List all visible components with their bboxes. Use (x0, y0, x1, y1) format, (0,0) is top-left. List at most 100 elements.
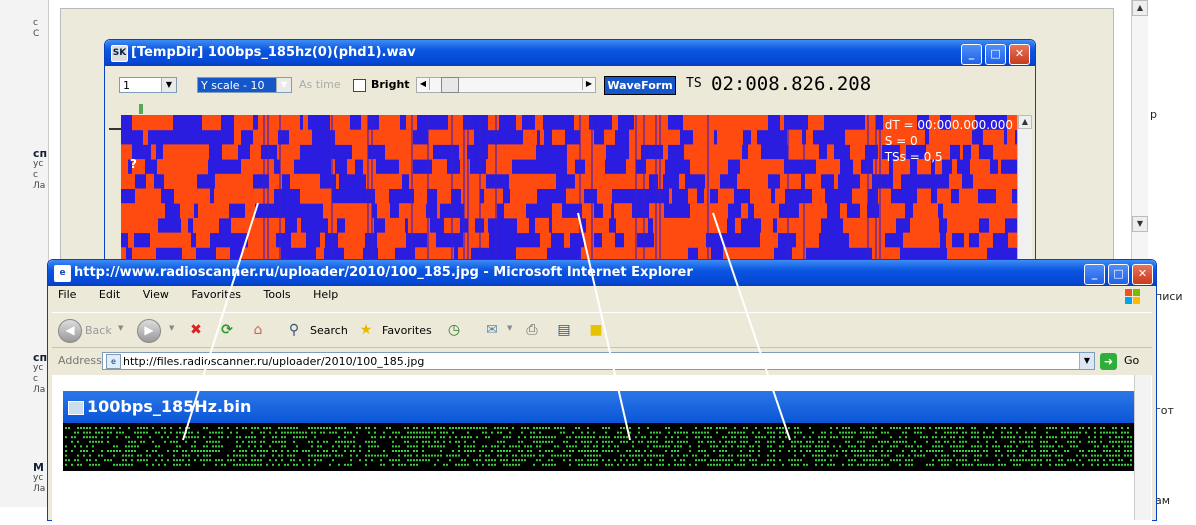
bright-checkbox[interactable] (353, 79, 366, 92)
forward-icon[interactable]: ▶ (137, 319, 161, 343)
spectrum-cell (692, 217, 704, 234)
bit-mark (1010, 445, 1012, 448)
edit-icon[interactable]: ▤ (554, 320, 574, 340)
bit-mark (170, 440, 172, 443)
bit-mark (146, 431, 148, 434)
entry-title[interactable]: сп (33, 352, 47, 363)
background-scrollbar[interactable]: ▲ ▼ (1131, 0, 1148, 260)
favorites-button[interactable]: Favorites (382, 324, 432, 337)
spectrum-cell (730, 129, 743, 145)
channel-select[interactable]: 1 ▼ (119, 77, 177, 93)
go-button[interactable]: Go (1124, 354, 1139, 367)
menu-help[interactable]: Help (313, 288, 338, 301)
menu-favorites[interactable]: Favorites (191, 288, 241, 301)
bit-mark (881, 463, 883, 466)
bit-mark (674, 463, 676, 466)
bit-mark (953, 445, 955, 448)
scroll-up-icon[interactable]: ▲ (1132, 0, 1148, 16)
bit-mark (677, 445, 679, 448)
chevron-down-icon[interactable]: ▼ (276, 78, 291, 92)
close-icon[interactable]: ✕ (1009, 44, 1030, 65)
menu-view[interactable]: View (143, 288, 169, 301)
print-icon[interactable]: ⎙ (522, 320, 542, 340)
chevron-down-icon[interactable]: ▼ (507, 324, 512, 332)
bit-mark (530, 454, 532, 457)
menu-tools[interactable]: Tools (264, 288, 291, 301)
home-icon[interactable]: ⌂ (248, 320, 268, 340)
ie-window: e http://www.radioscanner.ru/uploader/20… (47, 259, 1157, 525)
list-item[interactable]: сп ус с Ла (33, 352, 47, 396)
bit-mark (299, 459, 301, 462)
bit-mark (950, 427, 952, 429)
chevron-down-icon[interactable]: ▼ (169, 324, 174, 332)
discuss-icon[interactable]: ■ (586, 320, 606, 340)
bit-mark (113, 445, 115, 448)
ie-title-bar[interactable]: e http://www.radioscanner.ru/uploader/20… (48, 260, 1156, 286)
bit-mark (1118, 445, 1120, 448)
entry-line: Ла (33, 484, 46, 494)
bit-mark (836, 427, 838, 429)
history-icon[interactable]: ◷ (444, 320, 464, 340)
waveform-button[interactable]: WaveForm (604, 76, 676, 95)
maximize-icon[interactable]: □ (985, 44, 1006, 65)
position-slider[interactable]: ◀ ▶ (416, 77, 596, 93)
list-item[interactable]: сп ус с Ла (33, 148, 47, 192)
page-scrollbar[interactable] (1134, 375, 1151, 520)
close-icon[interactable]: ✕ (1132, 264, 1153, 285)
chevron-left-icon[interactable]: ◀ (417, 78, 430, 90)
back-icon[interactable]: ◀ (58, 319, 82, 343)
maximize-icon[interactable]: □ (1108, 264, 1129, 285)
search-button[interactable]: Search (310, 324, 348, 337)
menu-file[interactable]: File (58, 288, 76, 301)
chevron-down-icon[interactable]: ▼ (1079, 353, 1094, 369)
bit-mark (467, 431, 469, 434)
list-item[interactable]: М ус Ла (33, 462, 45, 495)
spectrum-cell (663, 232, 676, 248)
scroll-down-icon[interactable]: ▼ (1132, 216, 1148, 232)
bit-mark (281, 459, 283, 462)
slider-thumb[interactable] (441, 77, 459, 93)
entry-title[interactable]: М (33, 462, 45, 473)
spectrum-cell (412, 203, 423, 219)
entry-title[interactable]: сп (33, 148, 47, 159)
chevron-down-icon[interactable]: ▼ (161, 78, 176, 92)
mail-icon[interactable]: ✉ (482, 320, 502, 340)
bit-mark (1121, 463, 1123, 466)
bit-mark (695, 436, 697, 439)
entry-line: ус (33, 159, 44, 169)
bit-mark (107, 440, 109, 443)
bit-mark (932, 450, 934, 452)
spectrum-title-bar[interactable]: SK [TempDir] 100bps_185hz(0)(phd1).wav _… (105, 40, 1035, 66)
refresh-icon[interactable]: ⟳ (217, 320, 237, 340)
back-button[interactable]: Back (85, 324, 112, 337)
minimize-icon[interactable]: _ (1084, 264, 1105, 285)
bit-mark (1025, 440, 1027, 443)
scroll-up-icon[interactable]: ▲ (1018, 115, 1032, 129)
bit-mark (950, 445, 952, 448)
search-icon[interactable]: ⚲ (284, 320, 304, 340)
go-arrow-icon[interactable]: ➜ (1100, 353, 1117, 370)
chevron-right-icon[interactable]: ▶ (582, 78, 595, 90)
as-time-label[interactable]: As time (299, 78, 341, 91)
bit-mark (896, 459, 898, 462)
bit-mark (734, 427, 736, 429)
chevron-down-icon[interactable]: ▼ (118, 324, 123, 332)
bright-label[interactable]: Bright (371, 78, 410, 91)
bit-mark (215, 445, 217, 448)
spectrum-cell (385, 217, 395, 234)
spectrum-cell (787, 129, 802, 145)
menu-edit[interactable]: Edit (99, 288, 120, 301)
minimize-icon[interactable]: _ (961, 44, 982, 65)
bit-mark (935, 454, 937, 457)
stop-icon[interactable]: ✖ (186, 320, 206, 340)
bit-mark (1124, 450, 1126, 452)
bit-mark (338, 427, 340, 429)
yscale-select[interactable]: Y scale - 10 ▼ (197, 77, 292, 93)
spectrum-cell (132, 115, 142, 131)
favorites-star-icon[interactable]: ★ (356, 320, 376, 340)
bit-mark (215, 459, 217, 462)
address-input[interactable]: e http://files.radioscanner.ru/uploader/… (102, 352, 1095, 370)
spectrogram[interactable]: ? dT = 00:000.000.000 S = 0 TSs = 0,5 (121, 115, 1017, 262)
bit-mark (257, 450, 259, 452)
spectrum-scrollbar[interactable]: ▲ (1017, 115, 1032, 262)
